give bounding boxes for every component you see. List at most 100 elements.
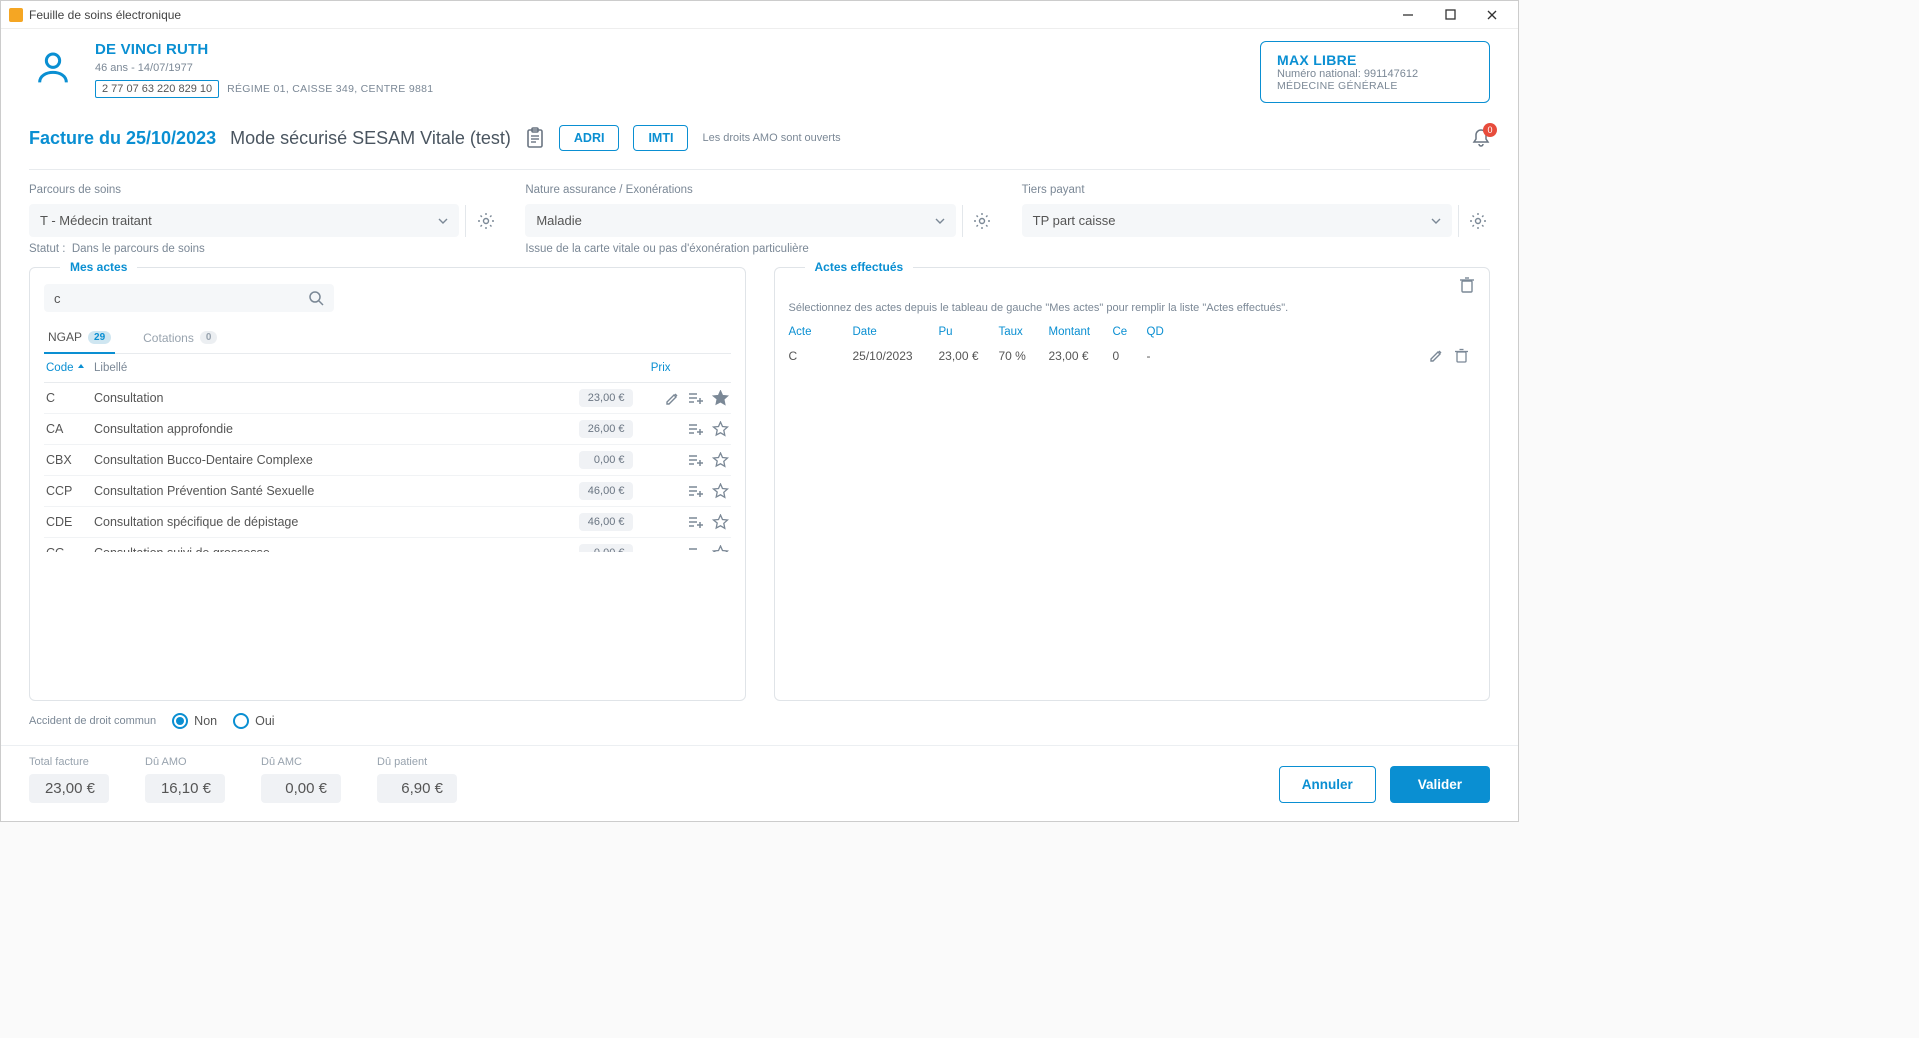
accident-oui-radio[interactable]: Oui [233,713,274,729]
footer: Total facture 23,00 € Dû AMO 16,10 € Dû … [1,745,1518,821]
tiers-select[interactable]: TP part caisse [1022,204,1452,237]
panels-row: Mes actes NGAP 29 Cotations 0 [29,267,1490,701]
act-row[interactable]: CDEConsultation spécifique de dépistage4… [44,507,731,538]
add-act-button[interactable] [688,422,704,436]
done-act-row[interactable]: C25/10/202323,00 €70 %23,00 €0- [789,348,1476,364]
doctor-box[interactable]: MAX LIBRE Numéro national: 991147612 MÉD… [1260,41,1490,103]
act-row[interactable]: CBXConsultation Bucco-Dentaire Complexe0… [44,445,731,476]
edit-act-button[interactable] [665,391,680,406]
cancel-button[interactable]: Annuler [1279,766,1376,803]
parcours-settings-button[interactable] [465,205,497,237]
favorite-act-button[interactable] [712,483,729,500]
act-code: CCP [46,484,94,498]
patient-info: DE VINCI RUTH 46 ans - 14/07/1977 2 77 0… [95,41,433,98]
act-row[interactable]: CConsultation23,00 € [44,383,731,414]
nature-label: Nature assurance / Exonérations [525,184,993,196]
act-price: 26,00 € [579,420,633,438]
acts-table-body[interactable]: CConsultation23,00 €CAConsultation appro… [44,382,731,552]
favorite-act-button[interactable] [712,390,729,407]
cotations-count-badge: 0 [200,331,218,344]
accident-label: Accident de droit commun [29,715,156,727]
col-libelle-header[interactable]: Libellé [94,362,619,374]
tab-ngap[interactable]: NGAP 29 [44,322,115,354]
act-row[interactable]: CCPConsultation Prévention Santé Sexuell… [44,476,731,507]
favorite-act-button[interactable] [712,421,729,438]
nature-settings-button[interactable] [962,205,994,237]
col-code-header[interactable]: Code [46,362,94,374]
act-row-actions [643,452,729,469]
accident-row: Accident de droit commun Non Oui [29,713,1490,729]
acts-search[interactable] [44,284,334,312]
patient-nss[interactable]: 2 77 07 63 220 829 10 [95,80,219,98]
edit-done-button[interactable] [1429,348,1444,364]
alerts-button[interactable]: 0 [1472,128,1490,148]
acts-tabs: NGAP 29 Cotations 0 [44,322,731,354]
clear-all-button[interactable] [1459,276,1475,294]
minimize-button[interactable] [1390,3,1426,27]
maximize-icon [1445,9,1456,20]
total-label: Total facture [29,756,109,768]
col-qd: QD [1147,326,1416,338]
maximize-button[interactable] [1432,3,1468,27]
close-button[interactable] [1474,3,1510,27]
adri-button[interactable]: ADRI [559,125,620,151]
radio-unchecked-icon [233,713,249,729]
act-row-actions [643,514,729,531]
parcours-select[interactable]: T - Médecin traitant [29,204,459,237]
minimize-icon [1402,9,1414,21]
act-price: 0,00 € [579,544,633,552]
done-acts-body: C25/10/202323,00 €70 %23,00 €0- [789,348,1476,364]
act-row[interactable]: CGConsultation suivi de grossesse0,00 € [44,538,731,552]
done-acts-panel: Actes effectués Sélectionnez des actes d… [774,267,1491,701]
act-price: 46,00 € [579,482,633,500]
patient-age-dob: 46 ans - 14/07/1977 [95,62,433,74]
act-libelle: Consultation suivi de grossesse [94,546,579,552]
validate-button[interactable]: Valider [1390,766,1490,803]
acts-search-input[interactable] [54,291,308,306]
add-act-button[interactable] [688,546,704,552]
act-price: 46,00 € [579,513,633,531]
patient-id-row: 2 77 07 63 220 829 10 RÉGIME 01, CAISSE … [95,80,433,98]
done-qd: - [1147,349,1416,363]
add-act-button[interactable] [688,484,704,498]
chevron-down-icon [1431,218,1441,224]
amc-label: Dû AMC [261,756,341,768]
nature-select[interactable]: Maladie [525,204,955,237]
sort-asc-icon [76,363,86,373]
add-act-button[interactable] [688,391,704,405]
tab-cotations[interactable]: Cotations 0 [139,322,221,353]
imti-button[interactable]: IMTI [633,125,688,151]
gear-icon [1469,212,1487,230]
chevron-down-icon [438,218,448,224]
accident-non-radio[interactable]: Non [172,713,217,729]
nature-hint: Issue de la carte vitale ou pas d'éxonér… [525,243,993,255]
done-acte: C [789,349,839,363]
done-acts-header: Acte Date Pu Taux Montant Ce QD [789,326,1476,338]
patient-value: 6,90 € [377,774,457,803]
act-libelle: Consultation approfondie [94,422,579,436]
col-date: Date [853,326,925,338]
amo-label: Dû AMO [145,756,225,768]
nature-column: Nature assurance / Exonérations Maladie … [525,184,993,255]
trash-icon [1459,276,1475,294]
clipboard-icon[interactable] [525,127,545,149]
titlebar-left: Feuille de soins électronique [9,8,181,22]
favorite-act-button[interactable] [712,452,729,469]
act-row-actions [643,421,729,438]
done-pu: 23,00 € [939,349,985,363]
col-acte: Acte [789,326,839,338]
act-libelle: Consultation spécifique de dépistage [94,515,579,529]
col-prix-header[interactable]: Prix [619,362,729,374]
col-ce: Ce [1113,326,1133,338]
total-value: 23,00 € [29,774,109,803]
patient-block: DE VINCI RUTH 46 ans - 14/07/1977 2 77 0… [29,41,433,98]
add-act-button[interactable] [688,515,704,529]
add-act-button[interactable] [688,453,704,467]
act-row[interactable]: CAConsultation approfondie26,00 € [44,414,731,445]
favorite-act-button[interactable] [712,514,729,531]
gear-icon [973,212,991,230]
delete-done-button[interactable] [1454,348,1469,364]
invoice-title: Facture du 25/10/2023 [29,128,216,149]
favorite-act-button[interactable] [712,545,729,553]
tiers-settings-button[interactable] [1458,205,1490,237]
